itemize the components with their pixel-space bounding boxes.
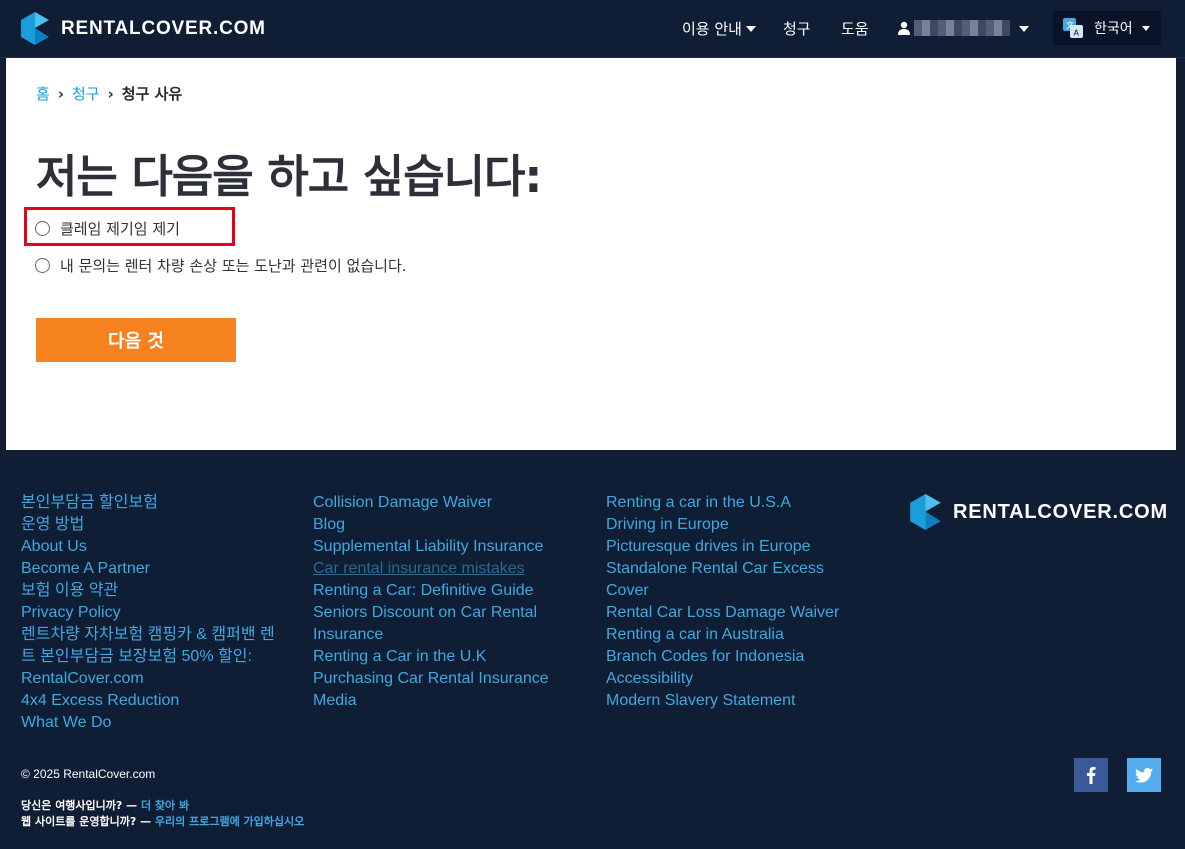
affiliate-program-link[interactable]: 우리의 프로그램에 가입하십시오 — [155, 815, 304, 828]
user-menu-chevron-icon[interactable] — [1019, 26, 1029, 32]
footer-link[interactable]: 운영 방법 — [21, 514, 275, 536]
facebook-icon — [1087, 767, 1096, 784]
nav-usage-guide[interactable]: 이용 안내 — [682, 18, 756, 39]
travel-agent-link[interactable]: 더 찾아 봐 — [141, 799, 189, 812]
brand-logo[interactable]: RENTALCOVER.COM — [21, 12, 266, 45]
footer-link[interactable]: Purchasing Car Rental Insurance — [313, 668, 549, 690]
page-title: 저는 다음을 하고 싶습니다: — [36, 150, 542, 203]
footer-link[interactable]: Branch Codes for Indonesia — [606, 646, 839, 668]
language-selector[interactable]: 文 A 한국어 — [1053, 11, 1161, 45]
breadcrumb-home[interactable]: 홈 — [36, 85, 50, 103]
website-question: 웹 사이트를 운영합니까? — — [21, 815, 155, 828]
footer-link[interactable]: 4x4 Excess Reduction — [21, 690, 275, 712]
footer-link[interactable]: Collision Damage Waiver — [313, 492, 549, 514]
option-label: 클레임 제기임 제기 — [60, 220, 180, 238]
next-button[interactable]: 다음 것 — [36, 318, 236, 362]
partner-links: 당신은 여행사입니까? — 더 찾아 봐 웹 사이트를 운영합니까? — 우리의… — [21, 798, 304, 830]
language-label: 한국어 — [1094, 21, 1133, 37]
option-not-related[interactable]: 내 문의는 렌터 차량 손상 또는 도난과 관련이 없습니다. — [35, 255, 407, 276]
option-label: 내 문의는 렌터 차량 손상 또는 도난과 관련이 없습니다. — [60, 257, 407, 275]
translate-icon: 文 A — [1063, 18, 1083, 38]
footer-link[interactable]: 트 본인부담금 보장보험 50% 할인: — [21, 646, 275, 668]
footer-column-3: Renting a car in the U.S.A Driving in Eu… — [606, 492, 839, 712]
nav-usage-guide-label: 이용 안내 — [682, 20, 742, 38]
footer-brand-name: RENTALCOVER.COM — [953, 500, 1168, 523]
footer-link-visited[interactable]: Car rental insurance mistakes — [313, 558, 549, 580]
radio-button[interactable] — [35, 258, 50, 273]
footer-link[interactable]: Supplemental Liability Insurance — [313, 536, 549, 558]
footer: 본인부담금 할인보험 운영 방법 About Us Become A Partn… — [0, 450, 1185, 849]
claim-reason-card: 홈 › 청구 › 청구 사유 저는 다음을 하고 싶습니다: 클레임 제기임 제기 내 … — [6, 58, 1176, 450]
facebook-button[interactable] — [1074, 758, 1108, 792]
footer-link[interactable]: 본인부담금 할인보험 — [21, 492, 275, 514]
travel-agent-question: 당신은 여행사입니까? — — [21, 799, 141, 812]
twitter-button[interactable] — [1127, 758, 1161, 792]
footer-link[interactable]: About Us — [21, 536, 275, 558]
footer-link[interactable]: Picturesque drives in Europe — [606, 536, 839, 558]
user-name-redacted[interactable] — [914, 20, 1010, 36]
footer-link[interactable]: What We Do — [21, 712, 275, 734]
footer-link[interactable]: Driving in Europe — [606, 514, 839, 536]
footer-link[interactable]: Seniors Discount on Car Rental — [313, 602, 549, 624]
footer-link[interactable]: Insurance — [313, 624, 549, 646]
footer-link[interactable]: Renting a car in the U.S.A — [606, 492, 839, 514]
brand-name: RENTALCOVER.COM — [61, 17, 266, 39]
user-icon — [898, 21, 910, 35]
footer-link[interactable]: Renting a Car: Definitive Guide — [313, 580, 549, 602]
option-file-claim[interactable]: 클레임 제기임 제기 — [35, 218, 180, 239]
footer-link[interactable]: Rental Car Loss Damage Waiver — [606, 602, 839, 624]
footer-brand-logo[interactable]: RENTALCOVER.COM — [910, 494, 1168, 530]
footer-link[interactable]: Privacy Policy — [21, 602, 275, 624]
top-navbar: RENTALCOVER.COM 이용 안내 청구 도움 文 A 한국어 — [0, 0, 1185, 58]
footer-link[interactable]: Media — [313, 690, 549, 712]
footer-link[interactable]: Become A Partner — [21, 558, 275, 580]
nav-claims[interactable]: 청구 — [783, 18, 811, 39]
footer-link[interactable]: Blog — [313, 514, 549, 536]
footer-link[interactable]: Renting a car in Australia — [606, 624, 839, 646]
footer-link[interactable]: Cover — [606, 580, 839, 602]
footer-link[interactable]: Renting a Car in the U.K — [313, 646, 549, 668]
footer-link[interactable]: RentalCover.com — [21, 668, 275, 690]
footer-link[interactable]: Modern Slavery Statement — [606, 690, 839, 712]
breadcrumb-separator: › — [107, 85, 114, 103]
breadcrumb-claims[interactable]: 청구 — [72, 85, 100, 103]
breadcrumb: 홈 › 청구 › 청구 사유 — [36, 83, 182, 104]
footer-column-2: Collision Damage Waiver Blog Supplementa… — [313, 492, 549, 712]
logo-icon — [21, 12, 49, 45]
footer-link[interactable]: Accessibility — [606, 668, 839, 690]
nav-help[interactable]: 도움 — [841, 18, 869, 39]
breadcrumb-separator: › — [57, 85, 64, 103]
breadcrumb-current: 청구 사유 — [121, 85, 183, 103]
radio-button[interactable] — [35, 221, 50, 236]
twitter-icon — [1135, 767, 1153, 783]
svg-text:A: A — [1074, 29, 1080, 38]
copyright: © 2025 RentalCover.com — [21, 767, 156, 781]
chevron-down-icon — [745, 26, 756, 32]
footer-link[interactable]: Standalone Rental Car Excess — [606, 558, 839, 580]
chevron-down-icon — [1142, 26, 1150, 31]
footer-link[interactable]: 보험 이용 약관 — [21, 580, 275, 602]
footer-column-1: 본인부담금 할인보험 운영 방법 About Us Become A Partn… — [21, 492, 275, 734]
footer-link[interactable]: 렌트차량 자차보험 캠핑카 & 캠퍼밴 렌 — [21, 624, 275, 646]
logo-icon — [910, 494, 941, 530]
